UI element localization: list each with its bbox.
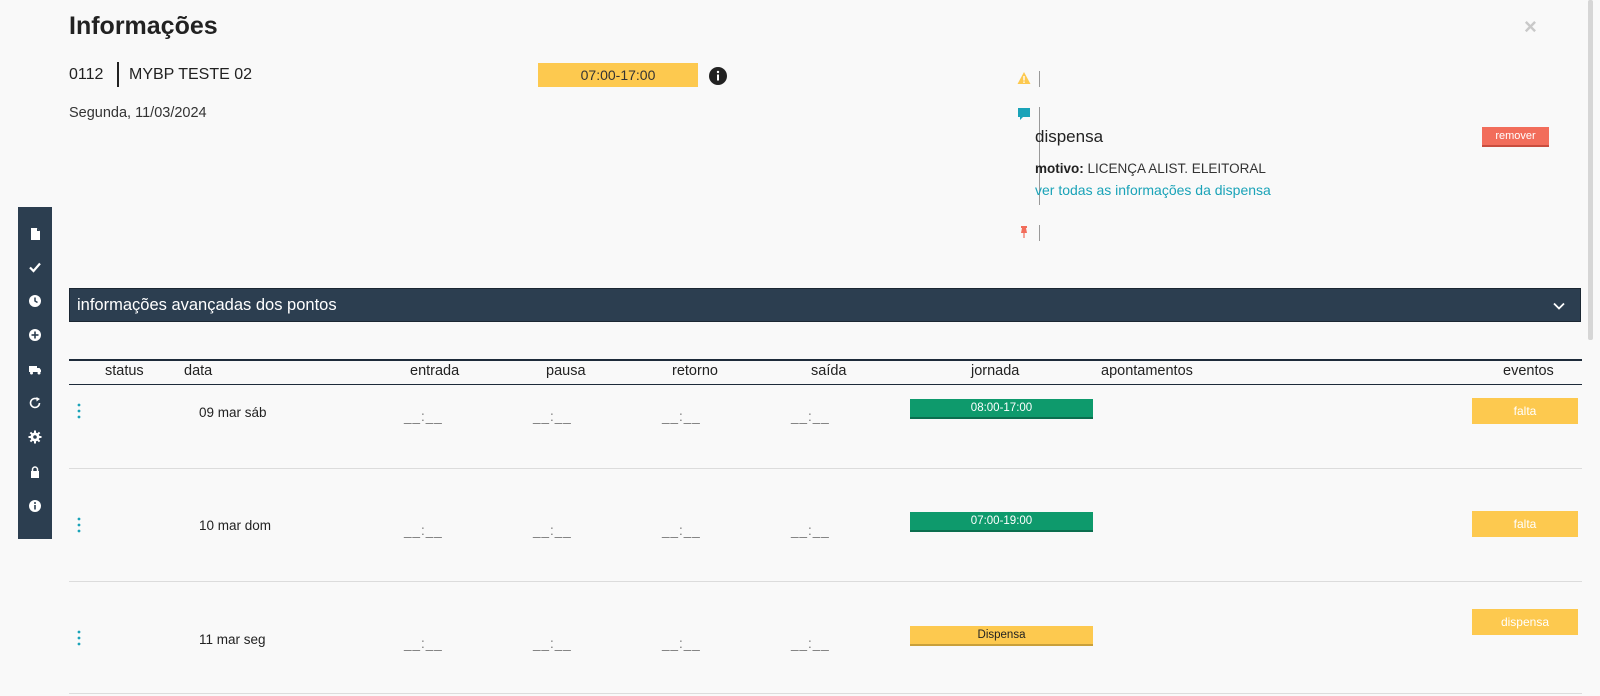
motivo-line: motivo: LICENÇA ALIST. ELEITORAL [1035,161,1266,176]
table-header-top-border [69,359,1582,361]
row-divider [69,468,1582,469]
th-eventos: eventos [1503,363,1554,379]
row-menu-icon[interactable] [77,517,81,533]
row-date: 10 mar dom [199,518,272,533]
row-divider [69,581,1582,582]
pin-divider [1039,225,1040,241]
row-pausa[interactable]: __:__ [533,523,572,538]
check-icon[interactable] [28,260,42,274]
motivo-value: LICENÇA ALIST. ELEITORAL [1087,161,1266,176]
warning-divider [1039,71,1040,87]
remove-button[interactable]: remover [1482,127,1549,147]
refresh-icon[interactable] [28,396,42,410]
th-jornada: jornada [971,363,1020,379]
file-icon[interactable] [28,227,42,241]
row-jornada-badge[interactable]: 08:00-17:00 [910,399,1093,419]
dispensa-details-link[interactable]: ver todas as informações da dispensa [1035,182,1271,198]
scrollbar[interactable] [1588,0,1593,340]
row-jornada-badge[interactable]: 07:00-19:00 [910,512,1093,532]
row-entrada[interactable]: __:__ [404,636,443,651]
warning-icon [1017,72,1031,84]
row-divider [69,693,1582,694]
row-jornada-badge[interactable]: Dispensa [910,626,1093,646]
lock-icon[interactable] [28,465,42,479]
th-pausa: pausa [546,363,586,379]
clock-icon[interactable] [28,294,42,308]
row-retorno[interactable]: __:__ [662,636,701,651]
row-event-badge[interactable]: dispensa [1472,609,1578,635]
row-menu-icon[interactable] [77,403,81,419]
row-pausa[interactable]: __:__ [533,409,572,424]
row-date: 09 mar sáb [199,405,267,420]
left-toolbar [18,207,52,539]
row-saida[interactable]: __:__ [791,409,830,424]
advanced-points-label: informações avançadas dos pontos [77,296,337,314]
row-entrada[interactable]: __:__ [404,409,443,424]
row-saida[interactable]: __:__ [791,636,830,651]
table-header-bottom-border [69,384,1582,385]
th-retorno: retorno [672,363,718,379]
chevron-down-icon[interactable] [1552,299,1566,313]
th-data: data [184,363,213,379]
th-entrada: entrada [410,363,460,379]
page-title: Informações [69,12,218,40]
comment-icon [1018,108,1030,120]
row-date: 11 mar seg [199,632,266,647]
th-apontamentos: apontamentos [1101,363,1193,379]
plus-circle-icon[interactable] [28,328,42,342]
th-saida: saída [811,363,847,379]
row-event-badge[interactable]: falta [1472,398,1578,424]
motivo-label: motivo: [1035,161,1084,176]
row-retorno[interactable]: __:__ [662,523,701,538]
employee-separator [117,62,119,87]
employee-name: MYBP TESTE 02 [129,66,253,83]
dispensa-title: dispensa [1035,127,1104,146]
row-menu-icon[interactable] [77,630,81,646]
info-icon[interactable] [709,67,727,85]
row-retorno[interactable]: __:__ [662,409,701,424]
pin-icon [1021,226,1027,238]
truck-icon[interactable] [28,362,42,376]
advanced-points-accordion[interactable]: informações avançadas dos pontos [69,288,1581,322]
gear-icon[interactable] [28,430,42,444]
selected-date: Segunda, 11/03/2024 [69,105,207,121]
row-pausa[interactable]: __:__ [533,636,572,651]
close-icon[interactable]: × [1524,16,1537,38]
row-event-badge[interactable]: falta [1472,511,1578,537]
info-icon[interactable] [28,499,42,513]
th-status: status [105,363,144,379]
row-saida[interactable]: __:__ [791,523,830,538]
shift-badge: 07:00-17:00 [538,63,698,87]
employee-code: 0112 [69,66,104,83]
row-entrada[interactable]: __:__ [404,523,443,538]
